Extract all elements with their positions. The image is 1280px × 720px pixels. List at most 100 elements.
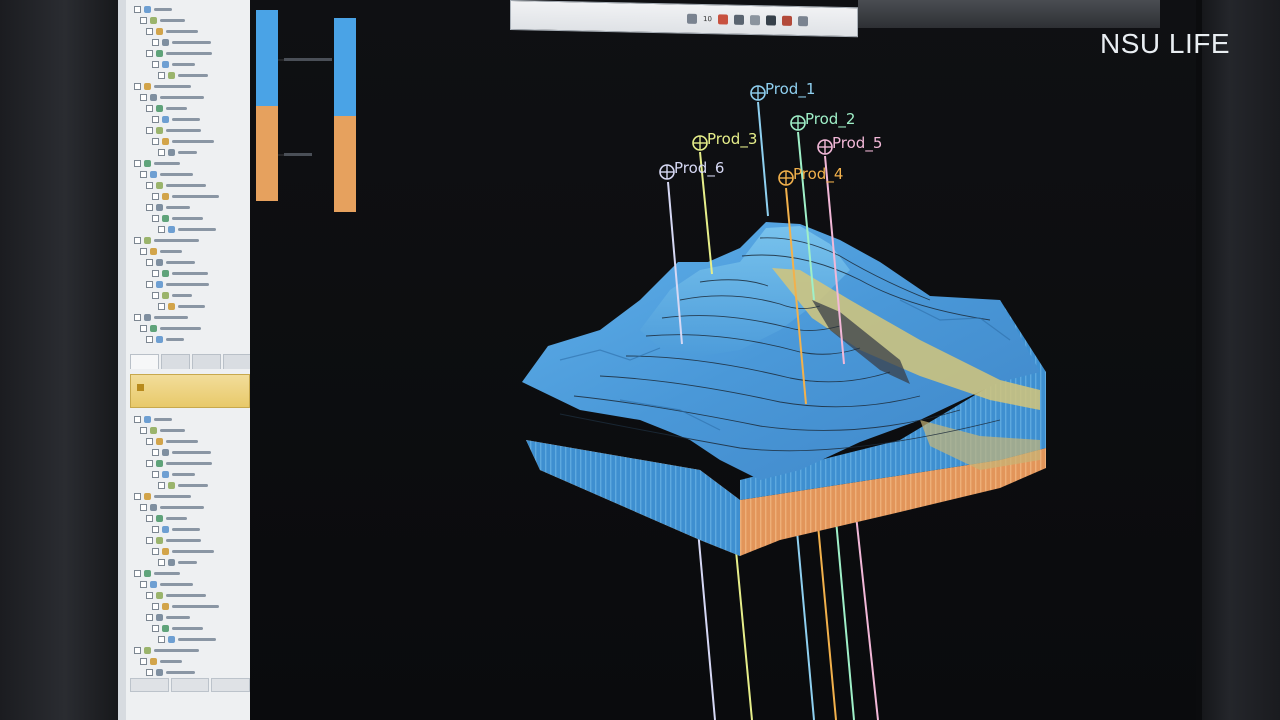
expand-toggle-icon[interactable]: [146, 614, 153, 621]
expand-toggle-icon[interactable]: [158, 226, 165, 233]
expand-toggle-icon[interactable]: [140, 325, 147, 332]
tree-row[interactable]: [152, 59, 195, 70]
tree-row[interactable]: [146, 48, 212, 59]
expand-toggle-icon[interactable]: [134, 314, 141, 321]
tree-row[interactable]: [146, 202, 190, 213]
expand-toggle-icon[interactable]: [152, 116, 159, 123]
expand-toggle-icon[interactable]: [158, 482, 165, 489]
tree-row[interactable]: [140, 502, 204, 513]
tool-icon[interactable]: [749, 15, 760, 26]
tree-row[interactable]: [146, 257, 195, 268]
tree-row[interactable]: [146, 103, 187, 114]
expand-toggle-icon[interactable]: [146, 28, 153, 35]
tree-row[interactable]: [152, 136, 214, 147]
tree-row[interactable]: [140, 425, 185, 436]
tree-row[interactable]: [152, 447, 211, 458]
expand-toggle-icon[interactable]: [146, 204, 153, 211]
expand-toggle-icon[interactable]: [146, 182, 153, 189]
tree-row[interactable]: [158, 70, 208, 81]
expand-toggle-icon[interactable]: [146, 669, 153, 676]
expand-toggle-icon[interactable]: [146, 515, 153, 522]
tree-row[interactable]: [146, 535, 201, 546]
tree-row[interactable]: [152, 268, 208, 279]
expand-toggle-icon[interactable]: [146, 259, 153, 266]
tree-row[interactable]: [146, 590, 206, 601]
expand-toggle-icon[interactable]: [152, 603, 159, 610]
pane-tab-results[interactable]: [192, 354, 221, 369]
tree-row[interactable]: [134, 81, 191, 92]
tree-row[interactable]: [134, 4, 172, 15]
expand-toggle-icon[interactable]: [152, 625, 159, 632]
tree-row[interactable]: [140, 92, 204, 103]
expand-toggle-icon[interactable]: [146, 281, 153, 288]
expand-toggle-icon[interactable]: [152, 39, 159, 46]
tool-icon[interactable]: [733, 14, 744, 25]
expand-toggle-icon[interactable]: [146, 127, 153, 134]
tree-row[interactable]: [152, 524, 200, 535]
expand-toggle-icon[interactable]: [152, 138, 159, 145]
windows-folder-header[interactable]: [130, 374, 250, 408]
expand-toggle-icon[interactable]: [140, 658, 147, 665]
expand-toggle-icon[interactable]: [134, 570, 141, 577]
expand-toggle-icon[interactable]: [140, 17, 147, 24]
tree-row[interactable]: [146, 436, 198, 447]
tree-row[interactable]: [134, 414, 172, 425]
tree-row[interactable]: [146, 458, 212, 469]
expand-toggle-icon[interactable]: [146, 592, 153, 599]
tree-row[interactable]: [158, 301, 205, 312]
tree-row[interactable]: [152, 546, 214, 557]
tree-row[interactable]: [152, 601, 219, 612]
tree-row[interactable]: [158, 224, 216, 235]
tool-icon[interactable]: [765, 15, 776, 26]
tree-row[interactable]: [134, 235, 199, 246]
expand-toggle-icon[interactable]: [134, 493, 141, 500]
tree-row[interactable]: [158, 147, 197, 158]
tree-row[interactable]: [152, 290, 192, 301]
tree-row[interactable]: [140, 656, 182, 667]
expand-toggle-icon[interactable]: [134, 416, 141, 423]
expand-toggle-icon[interactable]: [140, 427, 147, 434]
expand-toggle-icon[interactable]: [158, 303, 165, 310]
expand-toggle-icon[interactable]: [152, 292, 159, 299]
expand-toggle-icon[interactable]: [146, 537, 153, 544]
expand-toggle-icon[interactable]: [146, 438, 153, 445]
expand-toggle-icon[interactable]: [152, 471, 159, 478]
expand-toggle-icon[interactable]: [134, 6, 141, 13]
expand-toggle-icon[interactable]: [140, 504, 147, 511]
tree-row[interactable]: [152, 469, 195, 480]
tree-row[interactable]: [146, 125, 201, 136]
expand-toggle-icon[interactable]: [140, 171, 147, 178]
tree-row[interactable]: [140, 579, 193, 590]
expand-toggle-icon[interactable]: [158, 149, 165, 156]
tool-icon[interactable]: [717, 14, 728, 25]
expand-toggle-icon[interactable]: [134, 237, 141, 244]
3d-viewport[interactable]: Prod_1 Prod_2 Prod_3 Prod_4 Prod_5 Prod_6: [250, 0, 1196, 720]
tree-row[interactable]: [140, 323, 201, 334]
tree-row[interactable]: [158, 480, 208, 491]
expand-toggle-icon[interactable]: [134, 647, 141, 654]
expand-toggle-icon[interactable]: [152, 193, 159, 200]
tree-row[interactable]: [146, 334, 184, 345]
tree-row[interactable]: [152, 191, 219, 202]
expand-toggle-icon[interactable]: [146, 50, 153, 57]
tree-row[interactable]: [152, 623, 203, 634]
expand-toggle-icon[interactable]: [158, 72, 165, 79]
expand-toggle-icon[interactable]: [140, 581, 147, 588]
tool-icon[interactable]: [687, 13, 697, 24]
pane-tab-models[interactable]: [161, 354, 190, 369]
bottom-tab-3[interactable]: [211, 678, 250, 692]
tree-row[interactable]: [134, 312, 188, 323]
tree-row[interactable]: [140, 246, 182, 257]
expand-toggle-icon[interactable]: [152, 61, 159, 68]
expand-toggle-icon[interactable]: [158, 559, 165, 566]
tree-row[interactable]: [134, 158, 180, 169]
expand-toggle-icon[interactable]: [134, 160, 141, 167]
bottom-tab-1[interactable]: [130, 678, 169, 692]
expand-toggle-icon[interactable]: [152, 215, 159, 222]
tool-icon[interactable]: [781, 15, 792, 26]
expand-toggle-icon[interactable]: [140, 248, 147, 255]
expand-toggle-icon[interactable]: [152, 270, 159, 277]
expand-toggle-icon[interactable]: [146, 336, 153, 343]
tree-row[interactable]: [134, 491, 191, 502]
pane-tab-templates[interactable]: [223, 354, 250, 369]
